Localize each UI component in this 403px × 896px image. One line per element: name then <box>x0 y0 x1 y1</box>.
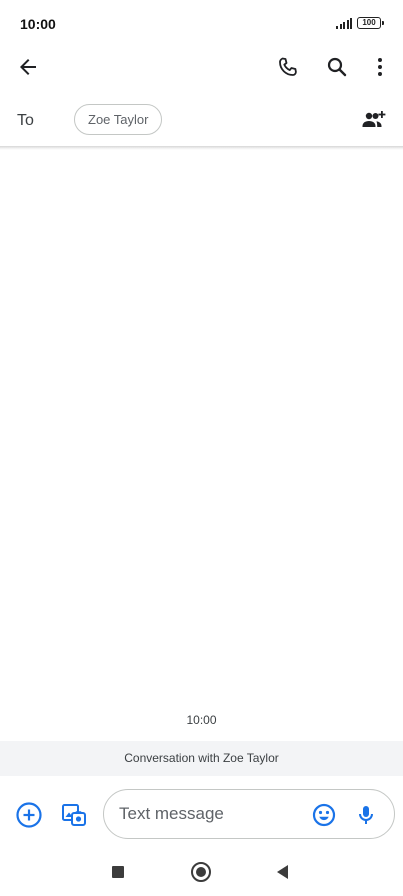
message-timestamp: 10:00 <box>186 713 217 727</box>
message-field[interactable] <box>103 789 395 839</box>
recipient-row: To Zoe Taylor <box>0 98 403 144</box>
add-attachment-button[interactable] <box>11 797 47 833</box>
app-bar <box>0 44 403 92</box>
status-icons: 100 <box>336 17 384 29</box>
voice-input-button[interactable] <box>348 797 384 833</box>
more-options-button[interactable] <box>362 49 398 85</box>
recipient-chip[interactable]: Zoe Taylor <box>74 104 163 135</box>
back-button[interactable] <box>10 49 46 85</box>
recents-icon[interactable] <box>112 866 124 878</box>
system-navigation-bar <box>0 848 403 896</box>
back-arrow-icon <box>20 59 36 75</box>
search-icon <box>327 57 347 77</box>
add-circle-icon <box>16 802 42 828</box>
message-input[interactable] <box>119 802 299 826</box>
mic-icon <box>359 806 373 824</box>
emoji-button[interactable] <box>306 797 342 833</box>
status-bar: 10:00 100 <box>0 0 403 48</box>
to-label: To <box>17 112 34 129</box>
conversation-banner: Conversation with Zoe Taylor <box>0 741 403 776</box>
phone-icon <box>279 57 297 76</box>
gallery-icon <box>62 804 86 826</box>
battery-level: 100 <box>362 18 376 27</box>
emoji-icon <box>312 803 336 827</box>
call-button[interactable] <box>270 49 306 85</box>
battery-icon: 100 <box>357 17 384 29</box>
header-divider <box>0 146 403 150</box>
compose-bar <box>0 786 403 844</box>
signal-icon <box>336 17 352 29</box>
more-vert-icon <box>378 58 382 76</box>
status-time: 10:00 <box>20 16 56 32</box>
home-icon[interactable] <box>191 862 211 882</box>
add-people-icon <box>362 111 386 127</box>
add-people-button[interactable] <box>356 102 392 138</box>
search-button[interactable] <box>319 49 355 85</box>
gallery-button[interactable] <box>56 797 92 833</box>
back-icon[interactable] <box>277 865 288 879</box>
